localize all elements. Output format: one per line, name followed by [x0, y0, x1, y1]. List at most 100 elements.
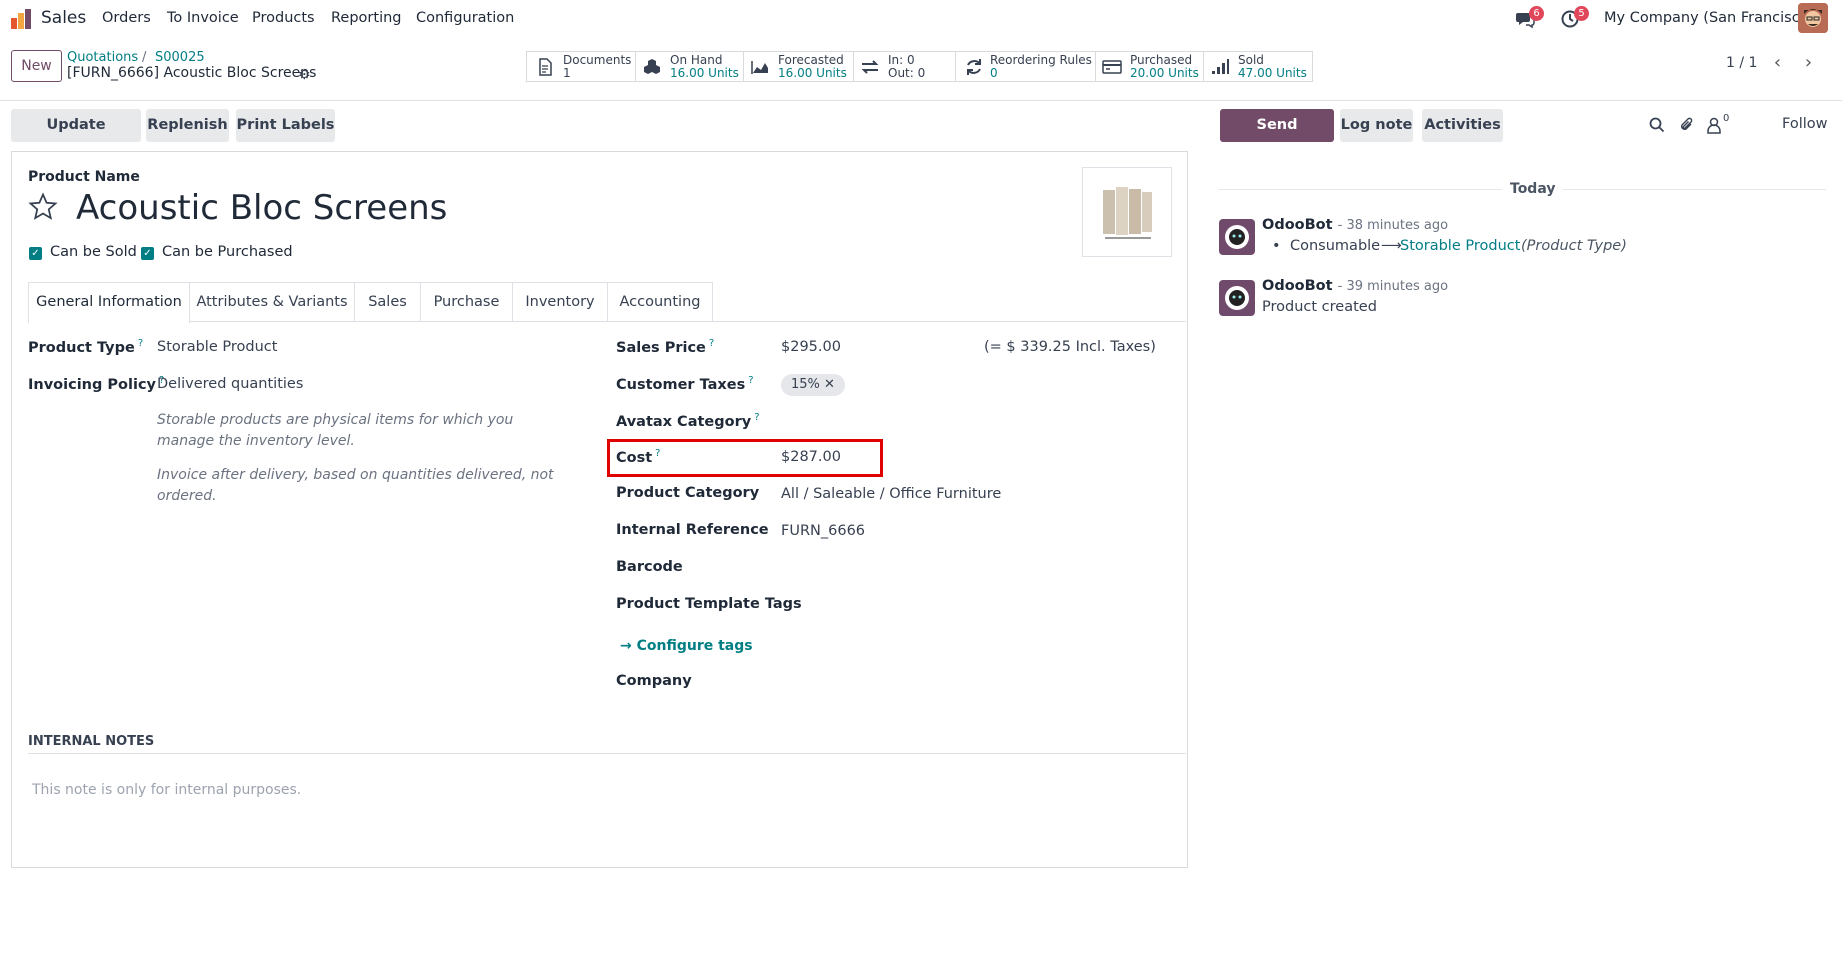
pager-previous-button[interactable]: ‹ [1764, 50, 1791, 78]
top-navbar: Sales Orders To Invoice Products Reporti… [0, 0, 1842, 38]
followers-icon[interactable] [1705, 116, 1723, 134]
refresh-icon [967, 59, 981, 75]
pager-value[interactable]: 1 / 1 [1726, 55, 1757, 71]
send-message-button[interactable]: Send message [1220, 109, 1334, 166]
smart-label: Forecasted [778, 53, 844, 67]
tab-sales[interactable]: Sales [355, 282, 421, 321]
menu-products[interactable]: Products [252, 10, 315, 26]
product-type-field[interactable]: Storable Product [157, 339, 277, 355]
tracking-field-name: (Product Type) [1521, 238, 1627, 254]
print-labels-button[interactable]: Print Labels [236, 109, 335, 142]
update-quantity-button[interactable]: Update Quantity [11, 109, 141, 166]
log-note-button[interactable]: Log note [1340, 109, 1413, 142]
internal-notes-title: INTERNAL NOTES [28, 734, 155, 749]
messages-badge: 6 [1529, 6, 1544, 21]
can-be-purchased-label[interactable]: Can be Purchased [162, 244, 293, 260]
internal-notes-field[interactable]: This note is only for internal purposes. [32, 782, 301, 798]
remove-tag-icon[interactable]: ✕ [824, 377, 835, 392]
smart-button-forecasted[interactable]: Forecasted 16.00 Units [744, 51, 854, 82]
message-time: - 39 minutes ago [1337, 279, 1449, 294]
product-image[interactable] [1082, 167, 1172, 257]
menu-configuration[interactable]: Configuration [416, 10, 514, 26]
pager-next-button[interactable]: › [1795, 50, 1822, 78]
can-be-purchased-checkbox[interactable]: ✓ [141, 247, 154, 260]
odoobot-avatar[interactable] [1219, 219, 1255, 255]
exchange-icon [861, 60, 879, 74]
app-name[interactable]: Sales [41, 8, 86, 28]
message-author[interactable]: OdooBot - 38 minutes ago [1262, 217, 1448, 233]
barcode-label: Barcode [616, 559, 683, 575]
search-icon[interactable] [1648, 116, 1666, 134]
tab-inventory[interactable]: Inventory [513, 282, 608, 321]
message-author[interactable]: OdooBot - 39 minutes ago [1262, 278, 1448, 294]
can-be-sold-checkbox[interactable]: ✓ [29, 247, 42, 260]
screen-picture [1103, 187, 1152, 239]
avatax-category-label: Avatax Category? [616, 412, 760, 430]
company-switcher[interactable]: My Company (San Francisco) [1604, 10, 1814, 26]
smart-button-on-hand[interactable]: On Hand 16.00 Units [636, 51, 744, 82]
tracking-bullet: • [1272, 238, 1281, 254]
smart-button-documents[interactable]: Documents 1 [526, 51, 636, 82]
new-button[interactable]: New [11, 50, 62, 82]
gear-icon[interactable]: ⚙ [298, 67, 311, 83]
product-name-label: Product Name [28, 169, 140, 185]
breadcrumb-separator: / [142, 50, 147, 65]
tab-general-information[interactable]: General Information [28, 282, 190, 323]
invoicing-policy-field[interactable]: Delivered quantities [157, 376, 303, 392]
message-body: Product created [1262, 299, 1377, 315]
paperclip-icon[interactable] [1678, 116, 1696, 134]
sales-price-label: Sales Price? [616, 338, 715, 356]
document-icon [539, 58, 552, 76]
cost-field[interactable]: $287.00 [781, 449, 841, 465]
smart-button-purchased[interactable]: Purchased 20.00 Units [1096, 51, 1204, 82]
user-avatar[interactable] [1798, 3, 1828, 33]
credit-card-icon [1102, 60, 1122, 74]
follow-button[interactable]: Follow [1782, 116, 1827, 132]
tab-accounting[interactable]: Accounting [608, 282, 713, 321]
smart-value: 20.00 Units [1130, 66, 1199, 80]
tab-purchase[interactable]: Purchase [421, 282, 513, 321]
activities-badge: 5 [1574, 6, 1589, 21]
smart-value: Out: 0 [888, 66, 926, 80]
smart-label: Purchased [1130, 53, 1193, 67]
menu-reporting[interactable]: Reporting [331, 10, 402, 26]
smart-button-sold[interactable]: Sold 47.00 Units [1204, 51, 1313, 82]
product-category-label: Product Category [616, 485, 760, 501]
control-panel: New Quotations / S00025 [FURN_6666] Acou… [0, 38, 1842, 101]
configure-tags-link[interactable]: → Configure tags [620, 638, 753, 654]
sales-price-field[interactable]: $295.00 [781, 339, 841, 355]
odoobot-avatar[interactable] [1219, 280, 1255, 316]
menu-to-invoice[interactable]: To Invoice [167, 10, 239, 26]
can-be-sold-label[interactable]: Can be Sold [50, 244, 137, 260]
star-icon[interactable] [28, 192, 58, 222]
breadcrumb-quotations[interactable]: Quotations [67, 50, 138, 65]
smart-value: 16.00 Units [778, 66, 847, 80]
smart-label: In: 0 [888, 53, 915, 67]
replenish-button[interactable]: Replenish [146, 109, 229, 142]
tab-attributes-variants[interactable]: Attributes & Variants [190, 282, 355, 321]
message-time: - 38 minutes ago [1337, 218, 1449, 233]
form-tabs: General Information Attributes & Variant… [28, 282, 1186, 323]
signal-icon [1212, 59, 1229, 74]
product-name-input[interactable]: Acoustic Bloc Screens [76, 188, 447, 228]
product-form-sheet: Product Name Acoustic Bloc Screens ✓ Can… [11, 151, 1188, 868]
arrow-right-icon: → [620, 638, 632, 654]
cubes-icon [644, 59, 660, 74]
activities-button[interactable]: Activities [1422, 109, 1503, 142]
app-logo-icon[interactable] [10, 8, 32, 30]
smart-button-in-out[interactable]: In: 0 Out: 0 [854, 51, 956, 82]
internal-reference-field[interactable]: FURN_6666 [781, 523, 865, 539]
tracking-old-value: Consumable [1290, 238, 1381, 254]
product-category-field[interactable]: All / Saleable / Office Furniture [781, 486, 1001, 502]
cost-label: Cost? [616, 448, 661, 466]
customer-taxes-label: Customer Taxes? [616, 375, 754, 393]
customer-tax-tag[interactable]: 15% ✕ [781, 374, 845, 396]
smart-label: Sold [1238, 53, 1264, 67]
product-type-help: Storable products are physical items for… [157, 412, 514, 449]
product-template-tags-label: Product Template Tags [616, 596, 802, 612]
smart-value: 47.00 Units [1238, 66, 1307, 80]
breadcrumb-order[interactable]: S00025 [155, 50, 205, 65]
smart-button-reordering-rules[interactable]: Reordering Rules 0 [956, 51, 1096, 82]
tracking-new-value: Storable Product [1400, 238, 1521, 254]
menu-orders[interactable]: Orders [102, 10, 151, 26]
